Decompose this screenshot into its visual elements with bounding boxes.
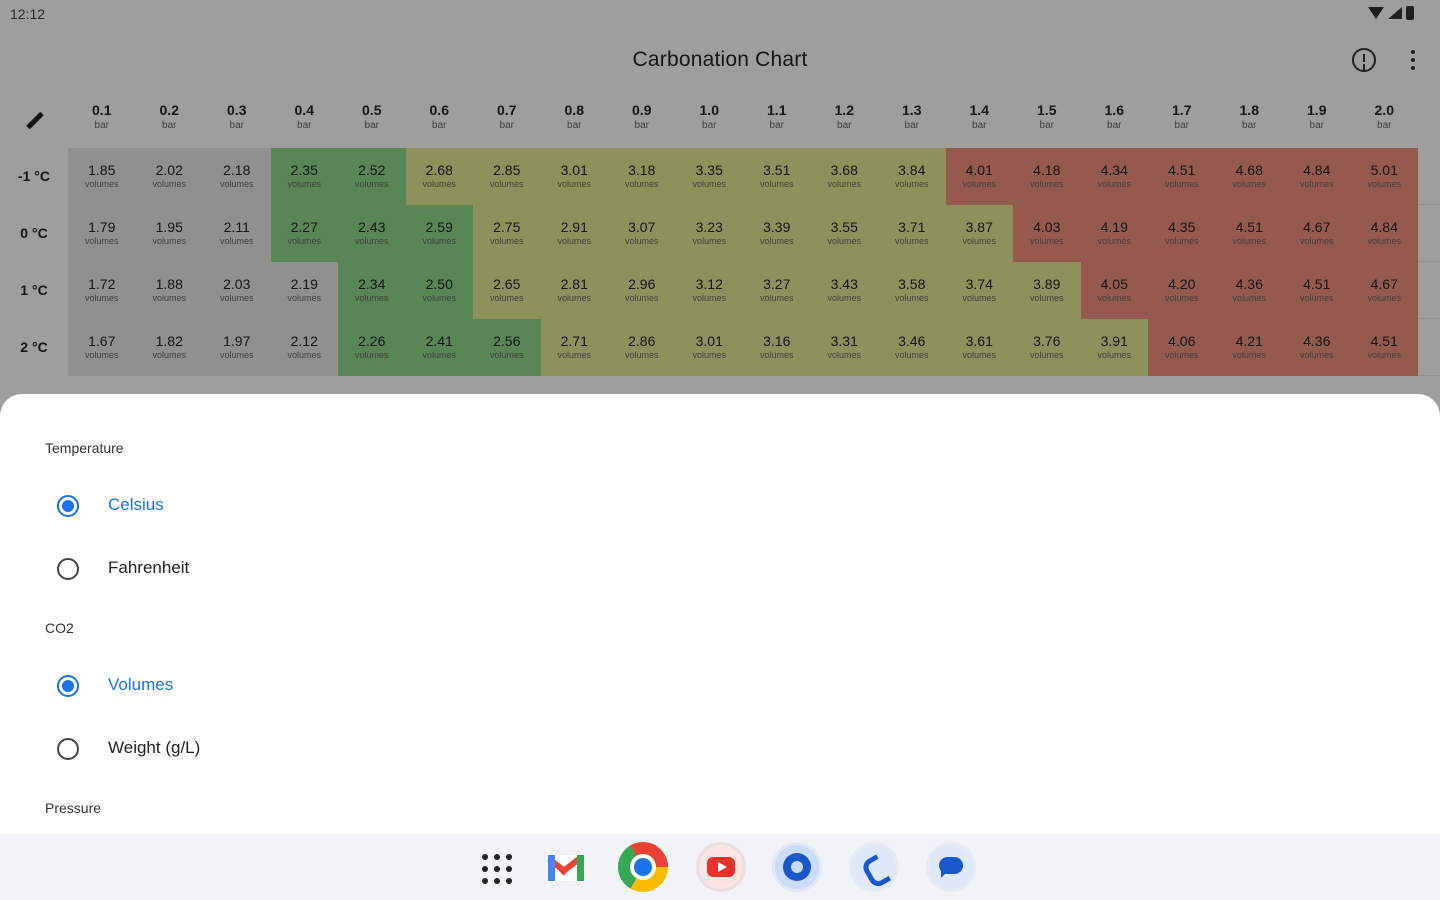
apps-grid-icon[interactable] xyxy=(472,842,522,892)
settings-bottom-sheet: Temperature Celsius Fahrenheit CO2 Volum… xyxy=(0,394,1440,834)
taskbar xyxy=(0,834,1440,900)
celsius-label: Celsius xyxy=(108,495,164,514)
messages-icon[interactable] xyxy=(926,842,976,892)
gmail-icon[interactable] xyxy=(541,842,591,892)
pressure-section-label: Pressure xyxy=(45,800,102,816)
chrome-icon[interactable] xyxy=(618,842,668,892)
volumes-option[interactable]: Volumes xyxy=(0,660,1440,712)
temperature-section-label: Temperature xyxy=(45,440,124,456)
youtube-icon[interactable] xyxy=(696,842,746,892)
settings-icon[interactable] xyxy=(772,842,822,892)
co2-section-label: CO2 xyxy=(45,620,74,636)
volumes-label: Volumes xyxy=(108,675,174,694)
celsius-option[interactable]: Celsius xyxy=(0,480,1440,532)
fahrenheit-radio[interactable] xyxy=(57,558,79,580)
fahrenheit-option[interactable]: Fahrenheit xyxy=(0,543,1440,595)
phone-icon[interactable] xyxy=(849,842,899,892)
volumes-radio[interactable] xyxy=(57,675,79,697)
weight-option[interactable]: Weight (g/L) xyxy=(0,723,1440,775)
weight-radio[interactable] xyxy=(57,738,79,760)
celsius-radio[interactable] xyxy=(57,495,79,517)
fahrenheit-label: Fahrenheit xyxy=(108,558,190,577)
weight-label: Weight (g/L) xyxy=(108,738,201,757)
